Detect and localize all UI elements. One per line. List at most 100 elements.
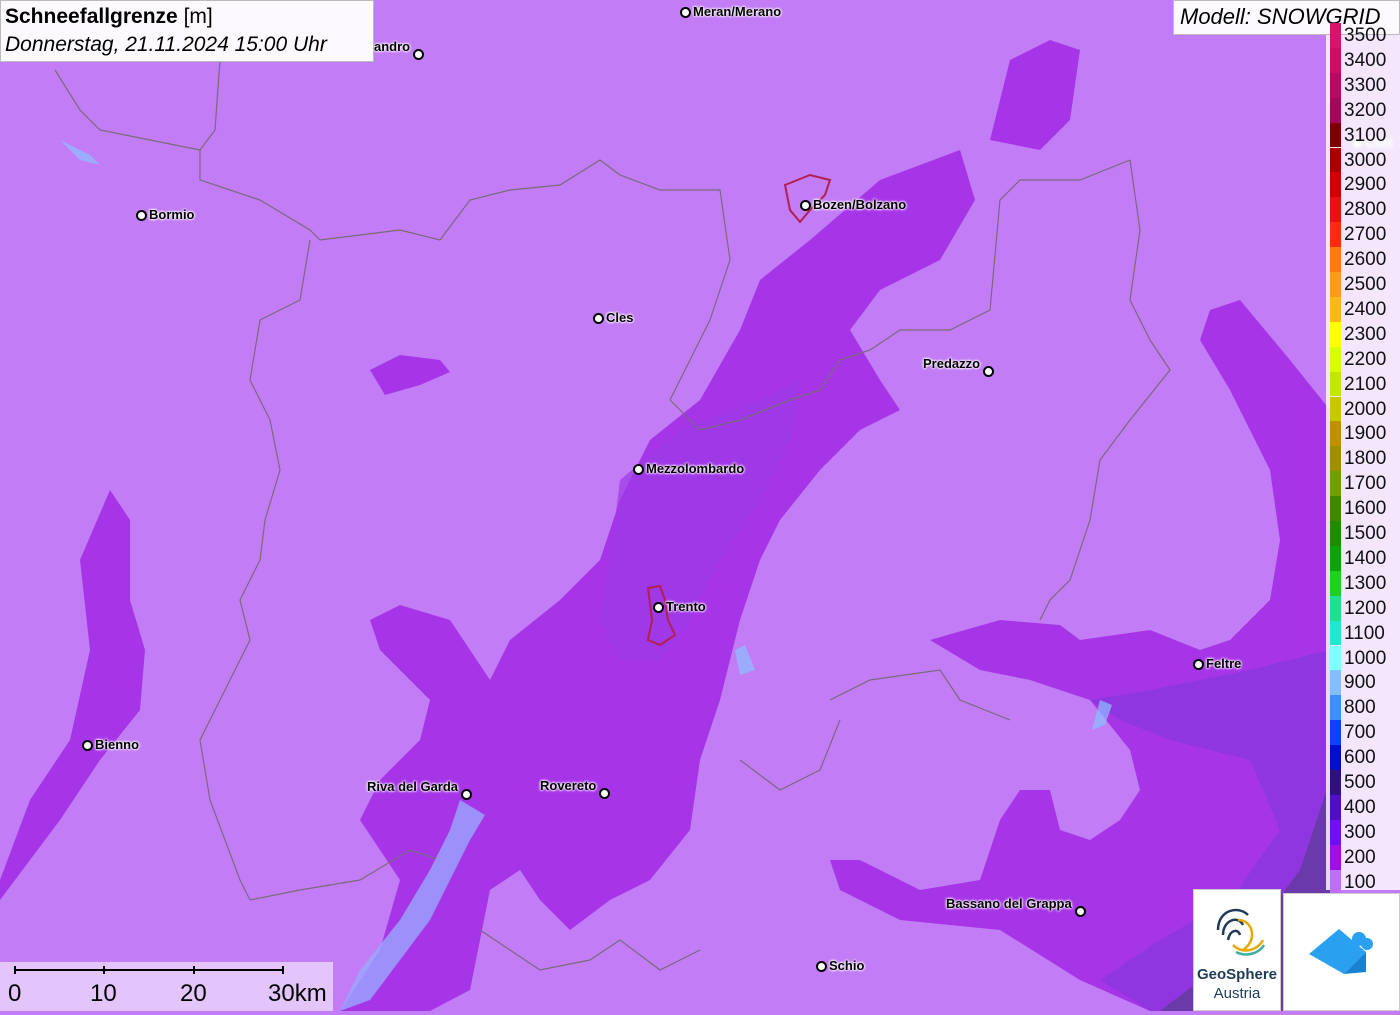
legend-label: 2100	[1344, 373, 1387, 395]
legend-swatch	[1330, 770, 1341, 795]
legend-row-2000: 2000	[1326, 396, 1400, 422]
legend-row-2100: 2100	[1326, 371, 1400, 397]
legend-swatch	[1330, 745, 1341, 770]
legend-label: 1000	[1344, 647, 1387, 669]
weather-app-logo-icon	[1309, 929, 1373, 974]
legend-label: 1700	[1344, 473, 1387, 495]
legend-row-1000: 1000	[1326, 645, 1400, 671]
legend-label: 2900	[1344, 174, 1387, 196]
city-dot-mezzolombardo	[633, 464, 644, 475]
legend-label: 100	[1344, 871, 1376, 893]
legend-swatch	[1330, 72, 1341, 98]
legend-label: 500	[1344, 772, 1376, 793]
legend-row-1600: 1600	[1326, 496, 1400, 521]
legend-label: 2000	[1344, 398, 1387, 420]
map-title-box: Schneefallgrenze [m] Donnerstag, 21.11.2…	[0, 0, 374, 62]
map-datetime: Donnerstag, 21.11.2024 15:00 Uhr	[5, 33, 327, 56]
legend-label: 1500	[1344, 523, 1387, 544]
city-dot-meran-merano	[680, 7, 691, 18]
legend-row-900: 900	[1326, 670, 1400, 696]
legend-swatch	[1330, 844, 1341, 870]
legend-label: 300	[1344, 821, 1376, 843]
color-legend: 3500 3400 3300 3200 3100 3000 2900 2800 2700 2600…	[1326, 23, 1400, 895]
legend-label: 3500	[1344, 25, 1387, 46]
legend-swatch	[1330, 97, 1341, 123]
legend-row-1800: 1800	[1326, 446, 1400, 472]
scale-label-20: 20	[180, 980, 207, 1007]
legend-label: 800	[1344, 697, 1376, 719]
legend-row-2300: 2300	[1326, 321, 1400, 347]
legend-row-3000: 3000	[1326, 147, 1400, 173]
legend-label: 1300	[1344, 572, 1387, 594]
legend-label: 2400	[1344, 298, 1387, 320]
map-title: Schneefallgrenze [m]	[5, 3, 369, 31]
legend-swatch	[1330, 23, 1341, 48]
weather-app-logo[interactable]	[1283, 893, 1400, 1011]
legend-row-2700: 2700	[1326, 222, 1400, 248]
legend-swatch	[1330, 670, 1341, 696]
legend-label: 2200	[1344, 348, 1387, 370]
legend-swatch	[1330, 794, 1341, 820]
legend-swatch	[1330, 346, 1341, 372]
legend-row-3400: 3400	[1326, 47, 1400, 73]
city-dot-riva-del-garda	[461, 789, 472, 800]
legend-label: 900	[1344, 672, 1376, 694]
legend-row-2900: 2900	[1326, 172, 1400, 198]
city-dot-bozen-bolzano	[800, 200, 811, 211]
legend-label: 600	[1344, 747, 1376, 769]
scale-label-30km: 30km	[268, 980, 327, 1007]
legend-swatch	[1330, 197, 1341, 223]
legend-swatch	[1330, 819, 1341, 845]
legend-swatch	[1330, 695, 1341, 721]
city-label-bozen-bolzano: Bozen/Bolzano	[813, 197, 907, 212]
legend-label: 2700	[1344, 224, 1387, 246]
legend-row-3100: 3100	[1326, 122, 1400, 148]
legend-swatch	[1330, 471, 1341, 497]
legend-row-1700: 1700	[1326, 471, 1400, 497]
title-unit: [m]	[177, 5, 213, 28]
legend-row-2500: 2500	[1326, 272, 1400, 297]
legend-label: 700	[1344, 722, 1376, 744]
legend-row-1300: 1300	[1326, 570, 1400, 596]
city-label-andro: andro	[374, 39, 411, 54]
legend-row-100: 100	[1326, 869, 1400, 895]
legend-swatch	[1330, 720, 1341, 746]
legend-label: 1400	[1344, 547, 1387, 569]
legend-row-2800: 2800	[1326, 197, 1400, 223]
legend-swatch	[1330, 272, 1341, 297]
legend-label: 3000	[1344, 149, 1387, 171]
city-dot-cles	[593, 313, 604, 324]
city-dot-feltre	[1193, 659, 1204, 670]
city-label-trento: Trento	[666, 599, 706, 614]
legend-row-800: 800	[1326, 695, 1400, 721]
legend-label: 3100	[1344, 124, 1387, 146]
city-label-predazzo: Predazzo	[923, 356, 981, 371]
legend-label: 2300	[1344, 323, 1387, 345]
legend-swatch	[1330, 595, 1341, 621]
legend-row-3200: 3200	[1326, 97, 1400, 123]
legend-swatch	[1330, 421, 1341, 447]
legend-row-1400: 1400	[1326, 545, 1400, 571]
legend-swatch	[1330, 645, 1341, 671]
geosphere-logo[interactable]: GeoSphere Austria	[1193, 889, 1281, 1011]
legend-row-600: 600	[1326, 745, 1400, 770]
legend-swatch	[1330, 371, 1341, 397]
legend-label: 200	[1344, 846, 1376, 868]
city-label-schio: Schio	[829, 958, 865, 973]
legend-row-3500: 3500	[1326, 23, 1400, 48]
scale-bar: 0 10 20 30km	[0, 962, 333, 1011]
legend-swatch	[1330, 47, 1341, 73]
legend-label: 1100	[1344, 622, 1385, 644]
legend-label: 3300	[1344, 74, 1387, 96]
legend-row-2600: 2600	[1326, 247, 1400, 272]
geosphere-logo-icon	[1216, 908, 1266, 956]
legend-row-2400: 2400	[1326, 296, 1400, 322]
snowfall-map[interactable]	[0, 0, 1400, 1011]
legend-label: 2500	[1344, 274, 1387, 295]
legend-swatch	[1330, 147, 1341, 173]
city-label-riva-del-garda: Riva del Garda	[367, 779, 459, 794]
legend-row-500: 500	[1326, 770, 1400, 795]
legend-label: 3200	[1344, 99, 1387, 121]
city-dot-rovereto	[599, 788, 610, 799]
legend-label: 2800	[1344, 199, 1387, 221]
